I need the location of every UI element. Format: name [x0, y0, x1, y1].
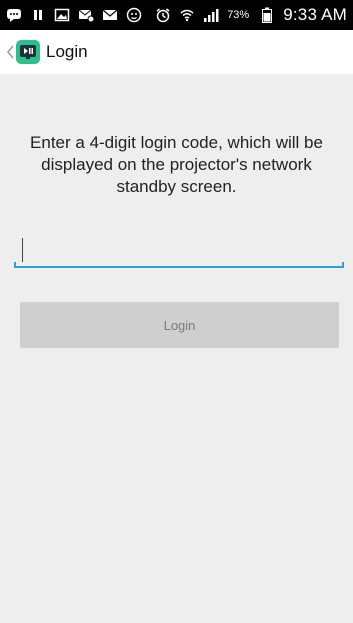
app-icon[interactable] [16, 40, 40, 64]
cat-face-icon [126, 7, 142, 23]
input-underline-right-tick [342, 262, 344, 268]
status-right-icons: 73% 9:33 AM [155, 5, 347, 25]
wifi-icon [179, 7, 195, 23]
text-cursor [22, 238, 23, 262]
status-left-icons [6, 7, 142, 23]
login-screen: 73% 9:33 AM Login Enter a 4-digit login … [0, 0, 353, 623]
battery-icon [259, 7, 275, 23]
mail-settings-icon [78, 7, 94, 23]
battery-percent: 73% [227, 9, 250, 21]
login-instruction: Enter a 4-digit login code, which will b… [30, 133, 323, 196]
action-bar: Login [0, 30, 353, 74]
login-content: Enter a 4-digit login code, which will b… [0, 74, 353, 623]
login-code-input[interactable] [14, 232, 344, 268]
alarm-icon [155, 7, 171, 23]
picture-icon [54, 7, 70, 23]
mail-icon [102, 7, 118, 23]
input-underline [14, 266, 344, 268]
signal-icon [203, 7, 219, 23]
pause-icon [30, 7, 46, 23]
chevron-left-icon[interactable] [6, 44, 14, 60]
status-bar: 73% 9:33 AM [0, 0, 353, 30]
login-button[interactable]: Login [20, 302, 339, 348]
status-time: 9:33 AM [283, 5, 347, 24]
input-underline-left-tick [14, 262, 16, 268]
chat-bubble-icon [6, 7, 22, 23]
page-title: Login [46, 42, 88, 61]
